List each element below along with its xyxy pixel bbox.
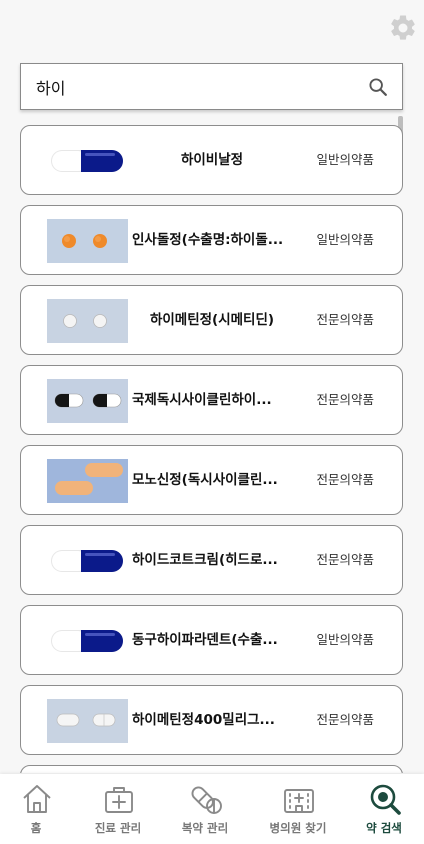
search-bar	[20, 63, 403, 110]
drug-card[interactable]: 인사돌정(수출명:하이돌... 일반의약품	[20, 205, 403, 275]
drug-category: 일반의약품	[316, 232, 374, 247]
drug-image	[47, 299, 128, 343]
drug-category: 전문의약품	[316, 392, 374, 407]
drug-image	[47, 379, 128, 423]
drug-card[interactable]: 모노신정(독시사이클린... 전문의약품	[20, 445, 403, 515]
gear-icon[interactable]	[388, 13, 418, 43]
hospital-icon	[284, 789, 314, 813]
drug-category: 전문의약품	[316, 472, 374, 487]
drug-image	[47, 459, 128, 503]
nav-label: 병의원 찾기	[269, 821, 327, 835]
drug-category: 전문의약품	[316, 312, 374, 327]
drug-category: 일반의약품	[316, 632, 374, 647]
search-input[interactable]	[21, 64, 341, 109]
drug-name: 하이메틴정(시메티딘)	[149, 312, 275, 328]
drug-image	[47, 219, 128, 263]
drug-name: 모노신정(독시사이클린...	[132, 472, 278, 488]
drug-card[interactable]: 하이드코트크림(히드로... 전문의약품	[20, 525, 403, 595]
drug-card[interactable]: 국제독시사이클린하이... 전문의약품	[20, 365, 403, 435]
nav-home[interactable]: 홈	[0, 774, 78, 844]
nav-label: 복약 관리	[181, 821, 229, 835]
home-icon	[23, 785, 51, 813]
drug-card[interactable]: 하이비날정 일반의약품	[20, 125, 403, 195]
drug-card[interactable]	[20, 765, 403, 773]
drug-card[interactable]: 하이메틴정(시메티딘) 전문의약품	[20, 285, 403, 355]
medical-kit-icon	[105, 787, 133, 813]
drug-name: 국제독시사이클린하이...	[132, 392, 272, 408]
nav-label: 약 검색	[366, 821, 402, 835]
drug-name: 하이비날정	[180, 152, 244, 168]
search-icon[interactable]	[367, 76, 389, 98]
drug-image	[47, 139, 128, 183]
drug-name: 인사돌정(수출명:하이돌...	[132, 232, 284, 248]
nav-label: 진료 관리	[94, 821, 142, 835]
search-pill-icon	[370, 784, 401, 815]
drug-category: 일반의약품	[316, 152, 374, 167]
drug-name: 하이메틴정400밀리그...	[132, 712, 275, 728]
drug-result-list: 하이비날정 일반의약품 인사돌정(수출명:하이돌... 일반의약품 하이메틴정(…	[20, 125, 403, 773]
drug-image	[47, 539, 128, 583]
nav-medication-management[interactable]: 복약 관리	[163, 774, 247, 844]
drug-category: 전문의약품	[316, 552, 374, 567]
bottom-nav: 홈 진료 관리 복약 관리 병의원 찾기 약 검색	[0, 774, 424, 844]
drug-card[interactable]: 동구하이파라덴트(수출... 일반의약품	[20, 605, 403, 675]
drug-image	[47, 699, 128, 743]
drug-card[interactable]: 하이메틴정400밀리그... 전문의약품	[20, 685, 403, 755]
drug-name: 하이드코트크림(히드로...	[132, 552, 278, 568]
pills-icon	[191, 786, 222, 814]
nav-label: 홈	[30, 821, 42, 835]
nav-find-hospital[interactable]: 병의원 찾기	[256, 774, 340, 844]
nav-care-management[interactable]: 진료 관리	[76, 774, 160, 844]
drug-name: 동구하이파라덴트(수출...	[132, 632, 278, 648]
drug-image	[47, 619, 128, 663]
nav-drug-search[interactable]: 약 검색	[342, 774, 424, 844]
drug-category: 전문의약품	[316, 712, 374, 727]
